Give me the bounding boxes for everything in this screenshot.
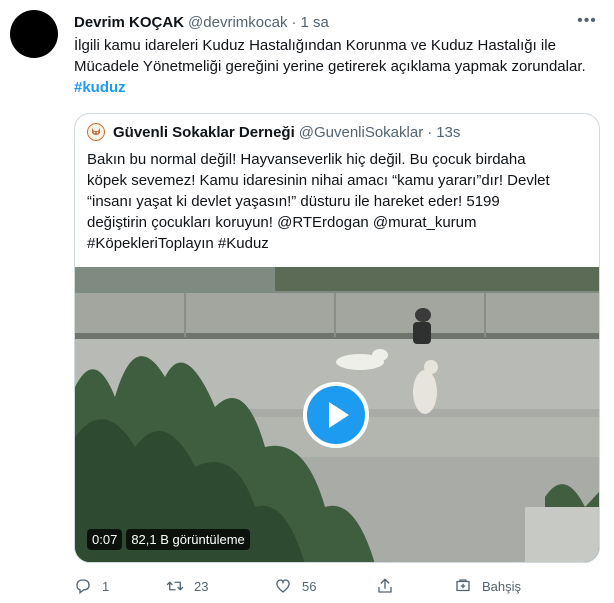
quote-text: Bakın bu normal değil! Hayvanseverlik hi… bbox=[87, 149, 587, 254]
reply-icon bbox=[76, 579, 90, 595]
hashtag-link[interactable]: #kuduz bbox=[74, 79, 126, 96]
quote-text-line: “insanı yaşat ki devlet yaşasın!” düstur… bbox=[87, 193, 500, 210]
like-button[interactable]: 56 bbox=[274, 577, 316, 595]
avatar[interactable] bbox=[10, 10, 58, 58]
author-name[interactable]: Devrim KOÇAK bbox=[74, 14, 184, 31]
retweet-icon bbox=[166, 581, 184, 591]
more-icon[interactable]: ••• bbox=[574, 8, 600, 34]
tip-label: Bahşiş bbox=[482, 578, 522, 594]
retweet-button[interactable]: 23 bbox=[166, 577, 208, 595]
quoted-tweet[interactable]: Güvenli Sokaklar Derneği @GuvenliSokakla… bbox=[74, 113, 600, 563]
quote-header: Güvenli Sokaklar Derneği @GuvenliSokakla… bbox=[87, 122, 460, 142]
separator-dot: · bbox=[427, 123, 433, 141]
reply-button[interactable]: 1 bbox=[74, 577, 109, 595]
quote-author-name[interactable]: Güvenli Sokaklar Derneği bbox=[113, 124, 295, 141]
tweet-time[interactable]: 1 sa bbox=[300, 14, 328, 31]
quote-time[interactable]: 13s bbox=[436, 124, 460, 141]
tip-icon bbox=[456, 579, 470, 592]
tweet-body: İlgili kamu idareleri Kuduz Hastalığında… bbox=[74, 37, 586, 75]
quote-text-line: Bakın bu normal değil! Hayvanseverlik hi… bbox=[87, 151, 526, 168]
retweet-count: 23 bbox=[194, 578, 209, 594]
share-icon bbox=[378, 578, 392, 593]
play-icon[interactable] bbox=[303, 382, 369, 448]
action-bar: 1 23 56 Bahşiş bbox=[74, 574, 521, 598]
video-overlay: 0:07 82,1 B görüntüleme bbox=[87, 529, 250, 550]
tweet-header: Devrim KOÇAK @devrimkocak · 1 sa bbox=[74, 12, 594, 32]
author-handle[interactable]: @devrimkocak bbox=[188, 14, 287, 31]
tweet-text: İlgili kamu idareleri Kuduz Hastalığında… bbox=[74, 35, 599, 98]
reply-count: 1 bbox=[102, 578, 110, 594]
tip-button[interactable]: Bahşiş bbox=[454, 577, 521, 595]
video-duration: 0:07 bbox=[87, 529, 123, 550]
quote-text-line: #KöpekleriToplayın #Kuduz bbox=[87, 235, 269, 252]
separator-dot: · bbox=[291, 13, 297, 31]
quote-text-line: köpek sevemez! Kamu idaresinin nihai ama… bbox=[87, 172, 550, 189]
association-logo-icon bbox=[87, 123, 105, 141]
quote-text-line: değiştirin çocukları koruyun! @RTErdogan… bbox=[87, 214, 477, 231]
video-views: 82,1 B görüntüleme bbox=[126, 529, 250, 550]
share-button[interactable] bbox=[376, 577, 404, 595]
like-count: 56 bbox=[302, 578, 317, 594]
heart-icon bbox=[276, 579, 290, 593]
quote-author-handle[interactable]: @GuvenliSokaklar bbox=[299, 124, 423, 141]
video-player[interactable]: 0:07 82,1 B görüntüleme bbox=[75, 267, 599, 562]
